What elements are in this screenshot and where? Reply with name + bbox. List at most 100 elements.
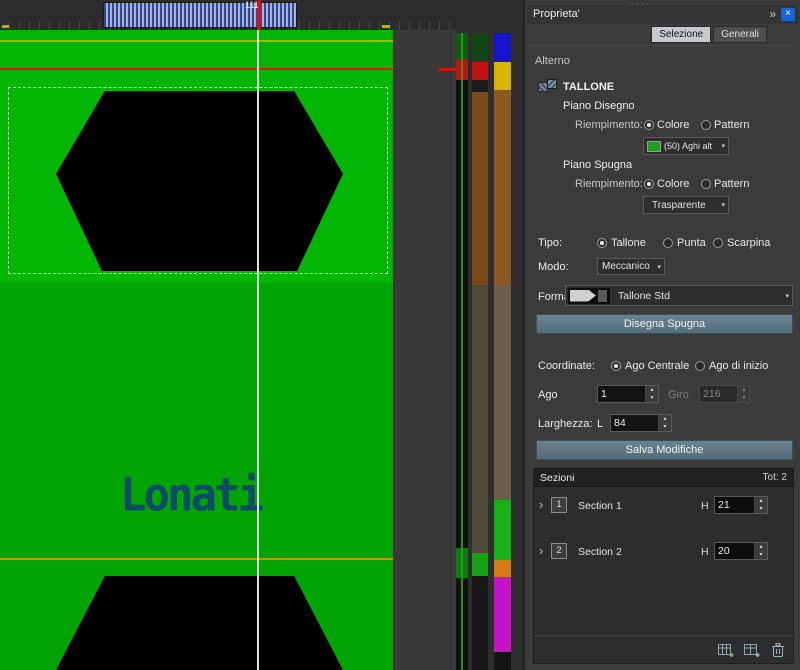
ago-spinner[interactable]: ▴ ▾ (597, 385, 659, 403)
modo-label: Modo: (538, 261, 569, 273)
green-color-swatch (647, 141, 661, 152)
radio-tipo-scarpina-label: Scarpina (727, 237, 770, 249)
salva-modifiche-button[interactable]: Salva Modifiche (536, 440, 793, 460)
disegno-color-dropdown[interactable]: (50) Aghi alt ▾ (643, 137, 729, 155)
radio-tipo-punta[interactable] (663, 238, 673, 248)
spin-down-icon[interactable]: ▾ (659, 423, 671, 431)
spin-up-icon[interactable]: ▴ (659, 415, 671, 423)
ago-spin-buttons[interactable]: ▴ ▾ (645, 386, 658, 402)
modo-dropdown[interactable]: Meccanico ▾ (597, 258, 665, 275)
section-height-input[interactable] (715, 543, 754, 559)
gutter-divider (450, 30, 451, 670)
ruler-cursor-value: 111 (245, 0, 259, 10)
spin-down-icon[interactable]: ▾ (646, 394, 658, 402)
sezioni-title: Sezioni (540, 472, 574, 484)
section-height-spinner[interactable]: ▴ ▾ (714, 542, 768, 560)
forma-dropdown[interactable]: Tallone Std ▾ (565, 285, 793, 306)
radio-disegno-colore[interactable] (644, 120, 654, 130)
section-name: Section 2 (578, 546, 622, 558)
tab-generali[interactable]: Generali (713, 26, 767, 43)
chevron-down-icon: ▾ (785, 292, 789, 300)
section-row[interactable]: › 2 Section 2 H ▴ ▾ (534, 541, 793, 563)
tipo-label: Tipo: (538, 237, 562, 249)
ruler-selection-band (103, 2, 297, 28)
section-spin-buttons[interactable]: ▴ ▾ (754, 497, 767, 513)
spin-down-icon[interactable]: ▾ (755, 505, 767, 513)
properties-panel: ..... Proprieta' » × Selezione Generali … (523, 0, 800, 670)
expander-icon[interactable]: › (539, 543, 543, 558)
radio-spugna-pattern[interactable] (701, 179, 711, 189)
radio-ago-inizio-label: Ago di inizio (709, 360, 768, 372)
section-h-label: H (701, 546, 709, 558)
sezioni-total: Tot: 2 (763, 472, 787, 483)
ruler-mark-right (382, 25, 390, 28)
section-height-spinner[interactable]: ▴ ▾ (714, 496, 768, 514)
horizontal-ruler[interactable]: 111 (0, 0, 456, 30)
add-section-icon[interactable] (717, 642, 735, 661)
radio-spugna-colore[interactable] (644, 179, 654, 189)
radio-tipo-tallone[interactable] (597, 238, 607, 248)
chevron-down-icon: ▾ (657, 263, 661, 271)
larghezza-input[interactable] (611, 415, 658, 431)
radio-ago-inizio[interactable] (695, 361, 705, 371)
ago-input[interactable] (598, 386, 645, 402)
coordinate-label: Coordinate: (538, 360, 595, 372)
giro-spin-buttons: ▴ ▾ (737, 386, 750, 402)
radio-tipo-scarpina[interactable] (713, 238, 723, 248)
pin-panel-icon[interactable]: » (769, 7, 776, 21)
radio-spugna-colore-label: Colore (657, 178, 689, 190)
sezioni-footer (534, 635, 793, 663)
radio-tipo-tallone-label: Tallone (611, 237, 646, 249)
piano-spugna-label: Piano Spugna (563, 159, 632, 171)
radio-spugna-pattern-label: Pattern (714, 178, 749, 190)
radio-disegno-pattern[interactable] (701, 120, 711, 130)
spin-up-icon[interactable]: ▴ (646, 386, 658, 394)
zone-line-red (0, 68, 393, 70)
riempimento-disegno-label: Riempimento: (575, 119, 643, 131)
alterno-label: Alterno (535, 55, 570, 67)
section-spin-buttons[interactable]: ▴ ▾ (754, 543, 767, 559)
zone-line-yellow-bottom (0, 558, 393, 560)
tallone-title: TALLONE (563, 81, 614, 93)
panel-title: Proprieta' (533, 8, 580, 20)
larghezza-spinner[interactable]: ▴ ▾ (610, 414, 672, 432)
spin-up-icon[interactable]: ▴ (755, 543, 767, 551)
radio-ago-centrale-label: Ago Centrale (625, 360, 689, 372)
radio-disegno-colore-label: Colore (657, 119, 689, 131)
forma-value: Tallone Std (618, 290, 670, 302)
yarn-color-column-1[interactable] (472, 33, 488, 670)
tab-selezione[interactable]: Selezione (651, 26, 711, 43)
spugna-color-dropdown[interactable]: Trasparente ▾ (643, 196, 729, 214)
spugna-color-value: Trasparente (652, 200, 706, 211)
modo-value: Meccanico (602, 261, 650, 272)
delete-section-icon[interactable] (771, 642, 785, 661)
expander-icon[interactable]: › (539, 497, 543, 512)
lonati-logo: Lonati (120, 469, 261, 523)
giro-spinner: ▴ ▾ (699, 385, 751, 403)
heel-shape-bottom[interactable] (56, 576, 343, 670)
panel-separator (529, 45, 796, 46)
section-index-badge: 1 (551, 497, 567, 513)
section-h-label: H (701, 500, 709, 512)
design-canvas[interactable]: Lonati (0, 30, 393, 670)
forma-preview-thumbnail (568, 288, 610, 304)
yarn-color-column-2[interactable] (494, 33, 511, 670)
ruler-mark-left (2, 25, 9, 28)
spin-down-icon[interactable]: ▾ (755, 551, 767, 559)
larghezza-unit-label: L (597, 418, 603, 430)
radio-ago-centrale[interactable] (611, 361, 621, 371)
selection-rect[interactable] (8, 87, 388, 274)
duplicate-section-icon[interactable] (743, 642, 761, 661)
zone-line-yellow-top (0, 40, 393, 42)
canvas-gutter (393, 30, 456, 670)
larghezza-spin-buttons[interactable]: ▴ ▾ (658, 415, 671, 431)
piano-disegno-label: Piano Disegno (563, 100, 635, 112)
spin-up-icon[interactable]: ▴ (755, 497, 767, 505)
disegna-spugna-button[interactable]: Disegna Spugna (536, 314, 793, 334)
section-height-input[interactable] (715, 497, 754, 513)
section-name: Section 1 (578, 500, 622, 512)
radio-disegno-pattern-label: Pattern (714, 119, 749, 131)
close-icon[interactable]: × (781, 8, 795, 21)
section-row[interactable]: › 1 Section 1 H ▴ ▾ (534, 495, 793, 517)
section-index-badge: 2 (551, 543, 567, 559)
